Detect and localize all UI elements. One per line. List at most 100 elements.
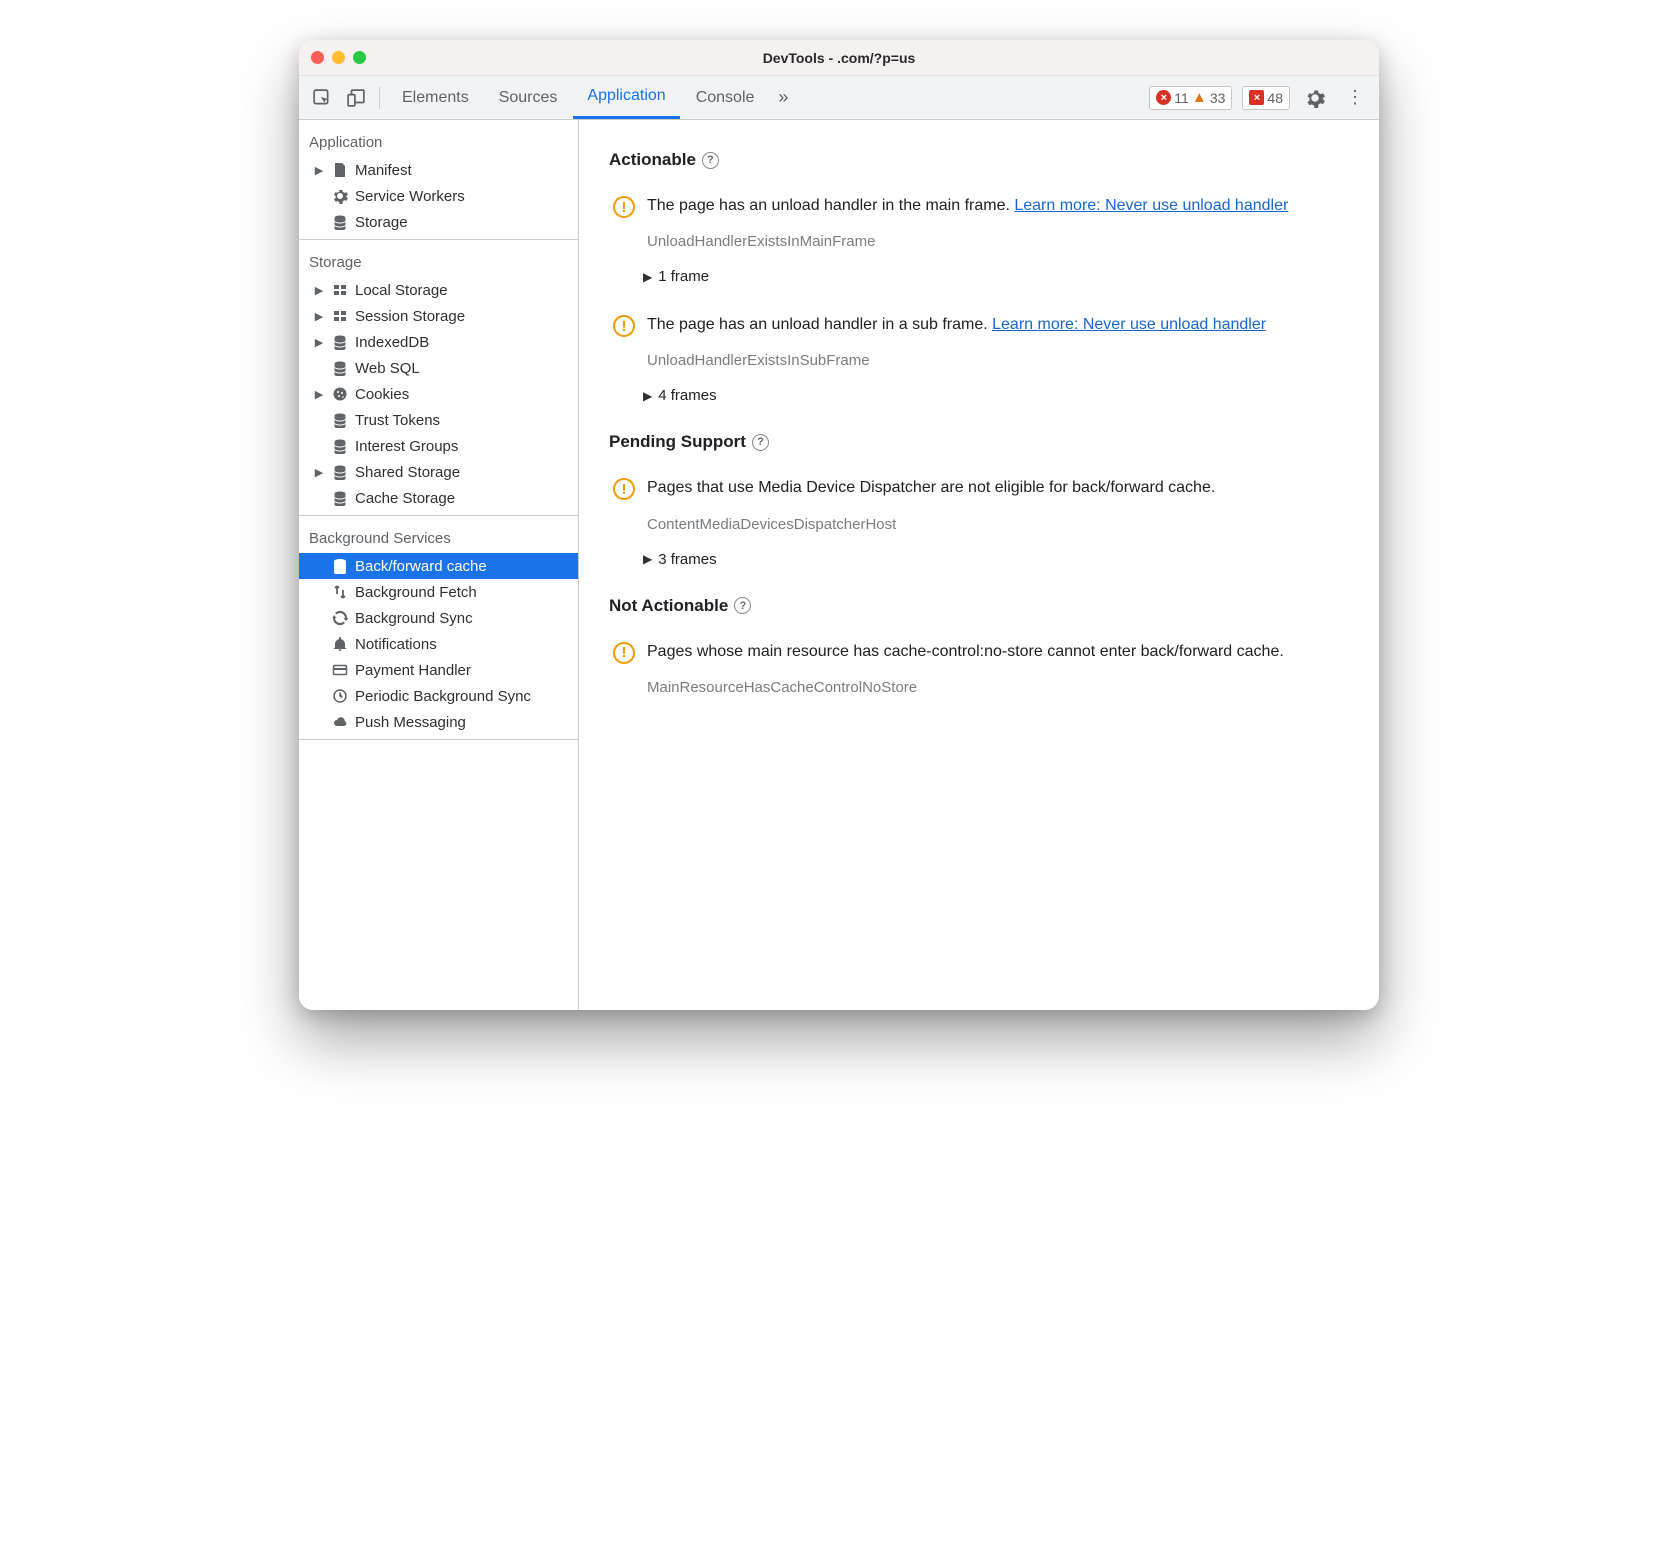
frames-expander[interactable]: ▶3 frames <box>643 551 1349 568</box>
tab-application[interactable]: Application <box>573 76 679 119</box>
sidebar-item-label: Manifest <box>355 162 412 179</box>
sidebar-item-session-storage[interactable]: ▶Session Storage <box>299 303 578 329</box>
sidebar-item-payment-handler[interactable]: ▶Payment Handler <box>299 657 578 683</box>
sidebar-heading: Background Services <box>299 520 578 553</box>
sidebar-item-background-fetch[interactable]: ▶Background Fetch <box>299 579 578 605</box>
expand-arrow-icon: ▶ <box>313 164 325 177</box>
separator <box>379 87 380 109</box>
sidebar-item-label: Push Messaging <box>355 714 466 731</box>
sidebar-item-cookies[interactable]: ▶Cookies <box>299 381 578 407</box>
devtools-window: DevTools - .com/?p=us ElementsSourcesApp… <box>299 40 1379 1010</box>
error-icon: × <box>1156 90 1171 105</box>
more-tabs-button[interactable]: » <box>778 87 788 108</box>
file-icon <box>331 161 349 179</box>
sidebar-item-label: Notifications <box>355 636 437 653</box>
sidebar-item-interest-groups[interactable]: ▶Interest Groups <box>299 433 578 459</box>
warning-count: 33 <box>1210 90 1226 106</box>
help-icon[interactable]: ? <box>752 434 769 451</box>
frames-expander[interactable]: ▶1 frame <box>643 268 1349 285</box>
db-icon <box>331 463 349 481</box>
sidebar-item-web-sql[interactable]: ▶Web SQL <box>299 355 578 381</box>
grid-icon <box>331 307 349 325</box>
sidebar-item-service-workers[interactable]: ▶Service Workers <box>299 183 578 209</box>
sidebar-item-local-storage[interactable]: ▶Local Storage <box>299 277 578 303</box>
frames-expander[interactable]: ▶ 4 frames <box>643 387 1349 404</box>
clock-icon <box>331 687 349 705</box>
gear-icon <box>331 187 349 205</box>
issue-code: ContentMediaDevicesDispatcherHost <box>647 516 1349 533</box>
sidebar-item-background-sync[interactable]: ▶Background Sync <box>299 605 578 631</box>
learn-more-link[interactable]: Learn more: Never use unload handler <box>1014 197 1288 214</box>
bell-icon <box>331 635 349 653</box>
sidebar-item-label: IndexedDB <box>355 334 429 351</box>
titlebar: DevTools - .com/?p=us <box>299 40 1379 76</box>
panel-tabs: ElementsSourcesApplicationConsole <box>388 76 768 119</box>
sidebar-item-label: Storage <box>355 214 408 231</box>
help-icon[interactable]: ? <box>734 597 751 614</box>
sidebar-item-indexeddb[interactable]: ▶ IndexedDB <box>299 329 578 355</box>
issue-icon: × <box>1249 90 1264 105</box>
minimize-window-button[interactable] <box>332 51 345 64</box>
issues-chip[interactable]: × 48 <box>1242 86 1290 110</box>
sidebar-item-trust-tokens[interactable]: ▶Trust Tokens <box>299 407 578 433</box>
close-window-button[interactable] <box>311 51 324 64</box>
maximize-window-button[interactable] <box>353 51 366 64</box>
issue-code: UnloadHandlerExistsInSubFrame <box>647 352 1349 369</box>
tab-sources[interactable]: Sources <box>485 76 572 119</box>
expand-arrow-icon: ▶ <box>313 388 325 401</box>
window-title: DevTools - .com/?p=us <box>299 50 1379 66</box>
issue-text: Pages that use Media Device Dispatcher a… <box>647 476 1349 499</box>
sidebar-item-label: Background Sync <box>355 610 473 627</box>
sidebar-item-notifications[interactable]: ▶Notifications <box>299 631 578 657</box>
help-icon[interactable]: ? <box>702 152 719 169</box>
sidebar-item-label: Trust Tokens <box>355 412 440 429</box>
settings-button[interactable] <box>1300 83 1330 113</box>
sidebar-item-manifest[interactable]: ▶ Manifest <box>299 157 578 183</box>
issue-count: 48 <box>1267 90 1283 106</box>
issue-item: ! Pages that use Media Device Dispatcher … <box>609 476 1349 532</box>
fetch-icon <box>331 583 349 601</box>
sidebar-item-label: Background Fetch <box>355 584 477 601</box>
sidebar-item-storage[interactable]: ▶Storage <box>299 209 578 235</box>
sidebar-item-label: Interest Groups <box>355 438 458 455</box>
expand-arrow-icon: ▶ <box>313 336 325 349</box>
sidebar-item-label: Shared Storage <box>355 464 460 481</box>
grid-icon <box>331 281 349 299</box>
issue-warning-icon: ! <box>613 478 635 500</box>
console-status-chip[interactable]: × 11 ▲ 33 <box>1149 86 1232 110</box>
sidebar-item-back-forward-cache[interactable]: ▶Back/forward cache <box>299 553 578 579</box>
panel-body: Application▶Manifest▶Service Workers▶Sto… <box>299 120 1379 1010</box>
cookie-icon <box>331 385 349 403</box>
sidebar-item-label: Service Workers <box>355 188 465 205</box>
sidebar-heading: Application <box>299 124 578 157</box>
frames-count: 4 frames <box>658 387 716 404</box>
cloud-icon <box>331 713 349 731</box>
sidebar-item-periodic-background-sync[interactable]: ▶Periodic Background Sync <box>299 683 578 709</box>
issue-code: MainResourceHasCacheControlNoStore <box>647 679 1349 696</box>
sidebar-item-label: Payment Handler <box>355 662 471 679</box>
db-icon <box>331 489 349 507</box>
more-options-button[interactable]: ⋮ <box>1340 87 1371 108</box>
toggle-device-toolbar-button[interactable] <box>341 83 371 113</box>
db-icon <box>331 359 349 377</box>
section-heading: Not Actionable? <box>609 596 1349 616</box>
learn-more-link[interactable]: Learn more: Never use unload handler <box>992 316 1266 333</box>
section-heading: Actionable? <box>609 150 1349 170</box>
sidebar-item-label: Session Storage <box>355 308 465 325</box>
window-controls <box>311 51 366 64</box>
sidebar-item-shared-storage[interactable]: ▶Shared Storage <box>299 459 578 485</box>
expand-arrow-icon: ▶ <box>643 389 652 403</box>
warning-icon: ▲ <box>1192 90 1207 105</box>
expand-arrow-icon: ▶ <box>643 270 652 284</box>
sidebar-item-cache-storage[interactable]: ▶Cache Storage <box>299 485 578 511</box>
inspect-element-button[interactable] <box>307 83 337 113</box>
tab-console[interactable]: Console <box>682 76 769 119</box>
issue-warning-icon: ! <box>613 642 635 664</box>
tab-elements[interactable]: Elements <box>388 76 483 119</box>
sidebar-item-label: Local Storage <box>355 282 448 299</box>
sidebar-item-push-messaging[interactable]: ▶Push Messaging <box>299 709 578 735</box>
issue-item: !Pages whose main resource has cache-con… <box>609 640 1349 696</box>
db-icon <box>331 213 349 231</box>
devtools-toolbar: ElementsSourcesApplicationConsole » × 11… <box>299 76 1379 120</box>
issue-warning-icon: ! <box>613 196 635 218</box>
